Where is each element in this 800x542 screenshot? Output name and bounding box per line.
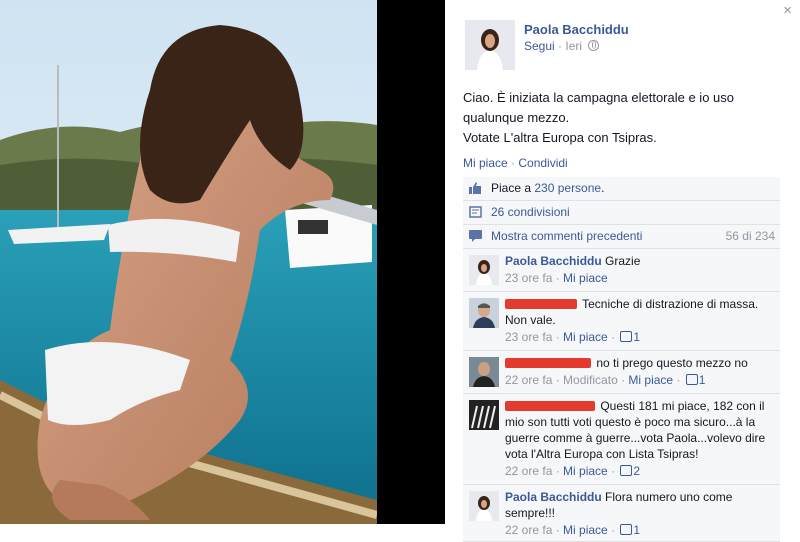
close-icon[interactable]: ×	[783, 2, 792, 19]
comment-item: Tecniche di distrazione di massa. Non va…	[463, 292, 780, 351]
share-icon	[469, 206, 482, 218]
author-name[interactable]: Paola Bacchiddu	[524, 22, 629, 37]
globe-icon	[588, 40, 600, 51]
comment-meta: 22 ore fa · Modificato · Mi piace · 1	[505, 373, 706, 387]
comment-item: Paola Bacchiddu Grazie 23 ore fa · Mi pi…	[463, 249, 780, 292]
shares-row: 26 condivisioni	[463, 201, 780, 225]
commenter-avatar[interactable]	[469, 298, 499, 328]
comment-like-count[interactable]: 1	[633, 523, 640, 537]
likes-row: Piace a 230 persone.	[463, 177, 780, 201]
likes-link[interactable]: 230 persone	[534, 181, 601, 195]
post-sidebar: × Paola Bacchiddu Segui · Ieri Ciao. È i…	[445, 0, 800, 542]
comment-time[interactable]: 22 ore fa	[505, 523, 552, 537]
like-link[interactable]: Mi piace	[463, 156, 508, 170]
photo-viewer	[0, 0, 445, 524]
thumbs-up-icon	[620, 524, 633, 535]
comment-text: no ti prego questo mezzo no	[596, 356, 748, 370]
show-previous-comments-link[interactable]: Mostra commenti precedenti	[491, 229, 642, 243]
comment-like-link[interactable]: Mi piace	[563, 330, 608, 344]
comment-like-count[interactable]: 2	[633, 464, 640, 478]
comment-time[interactable]: 23 ore fa	[505, 271, 552, 285]
commenter-avatar[interactable]	[469, 357, 499, 387]
comment-like-link[interactable]: Mi piace	[563, 464, 608, 478]
comment-like-link[interactable]: Mi piace	[628, 373, 673, 387]
author-avatar[interactable]	[465, 20, 515, 70]
commenter-avatar[interactable]	[469, 255, 499, 285]
comment-icon	[469, 230, 482, 242]
commenter-avatar[interactable]	[469, 491, 499, 521]
comment-item: Questi 181 mi piace, 182 con il mio son …	[463, 394, 780, 485]
post-timestamp[interactable]: Ieri	[565, 39, 582, 53]
commenter-name[interactable]: Paola Bacchiddu	[505, 254, 602, 268]
redacted-name	[505, 358, 591, 368]
likes-suffix: .	[601, 181, 605, 195]
thumbs-up-icon	[620, 331, 633, 342]
comment-like-count[interactable]: 1	[633, 330, 640, 344]
likes-prefix: Piace a	[491, 181, 535, 195]
comment-meta: 22 ore fa · Mi piace · 2	[505, 464, 641, 478]
comment-time[interactable]: 22 ore fa	[505, 464, 552, 478]
thumbs-up-icon	[620, 465, 633, 476]
previous-comments-row: Mostra commenti precedenti 56 di 234	[463, 225, 780, 249]
post-line: Ciao. È iniziata la campagna elettorale …	[463, 90, 734, 105]
comment-time[interactable]: 23 ore fa	[505, 330, 552, 344]
share-link[interactable]: Condividi	[518, 156, 567, 170]
action-separator: ·	[507, 156, 519, 170]
comment-edited[interactable]: Modificato	[563, 373, 618, 387]
post-line: Votate L'altra Europa con Tsipras.	[463, 130, 657, 145]
comment-text: Grazie	[605, 254, 641, 268]
thumbs-up-icon	[469, 182, 481, 194]
post-text: Ciao. È iniziata la campagna elettorale …	[463, 88, 783, 148]
follow-button[interactable]: Segui	[524, 39, 555, 53]
comment-meta: 23 ore fa · Mi piace · 1	[505, 330, 641, 344]
comment-item: no ti prego questo mezzo no 22 ore fa · …	[463, 351, 780, 394]
feedback-panel: Piace a 230 persone. 26 condivisioni Mos…	[463, 177, 780, 542]
commenter-name[interactable]: Paola Bacchiddu	[505, 490, 602, 504]
redacted-name	[505, 299, 577, 309]
post-photo[interactable]	[0, 0, 377, 524]
comment-item: Paola Bacchiddu Flora numero uno come se…	[463, 485, 780, 542]
thumbs-up-icon	[685, 374, 698, 385]
shares-link[interactable]: 26 condivisioni	[491, 205, 570, 219]
author-meta: Segui · Ieri	[524, 39, 600, 53]
comment-like-count[interactable]: 1	[699, 373, 706, 387]
post-line: qualunque mezzo.	[463, 110, 570, 125]
redacted-name	[505, 401, 595, 411]
comment-like-link[interactable]: Mi piace	[563, 523, 608, 537]
comment-time[interactable]: 22 ore fa	[505, 373, 552, 387]
comment-like-link[interactable]: Mi piace	[563, 271, 608, 285]
commenter-avatar[interactable]	[469, 400, 499, 430]
post-actions: Mi piace · Condividi	[463, 156, 568, 170]
comment-count: 56 di 234	[725, 229, 775, 243]
comment-meta: 22 ore fa · Mi piace · 1	[505, 523, 641, 537]
comment-meta: 23 ore fa · Mi piace	[505, 271, 608, 285]
